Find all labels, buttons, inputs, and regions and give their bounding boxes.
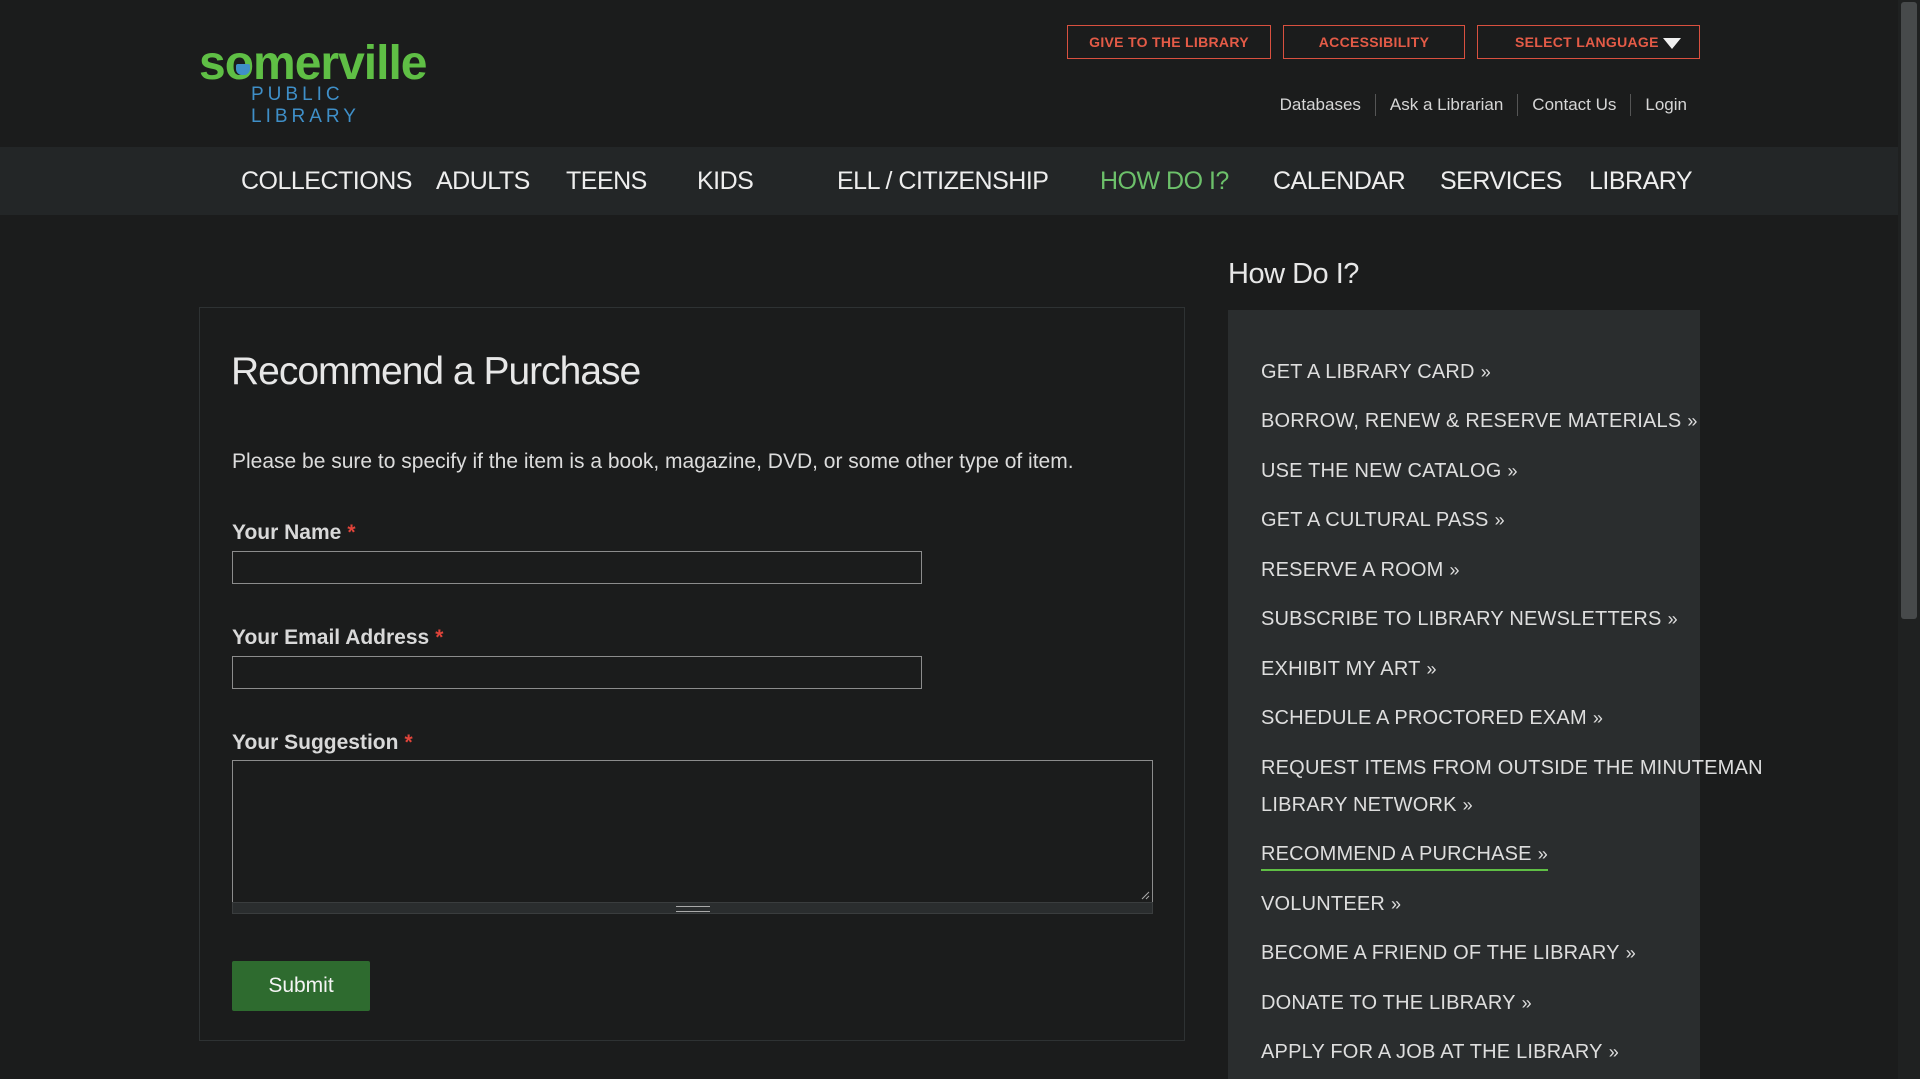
- name-label-text: Your Name: [232, 521, 342, 544]
- sidebar-link-label: SCHEDULE A PROCTORED EXAM: [1261, 707, 1587, 729]
- sidebar-link-donate[interactable]: DONATE TO THE LIBRARY»: [1261, 991, 1532, 1015]
- nav-item-ell-citizenship[interactable]: ELL / CITIZENSHIP: [837, 147, 1049, 215]
- utility-link-contact[interactable]: Contact Us: [1517, 94, 1630, 116]
- logo-book-icon: [236, 64, 250, 75]
- caret-down-icon: [1663, 38, 1681, 49]
- scrollbar-thumb[interactable]: [1901, 2, 1917, 619]
- sidebar-link-library-card[interactable]: GET A LIBRARY CARD»: [1261, 360, 1491, 384]
- page-title: Recommend a Purchase: [231, 350, 641, 393]
- double-chevron-right-icon: »: [1608, 1042, 1619, 1062]
- double-chevron-right-icon: »: [1521, 993, 1532, 1013]
- sidebar-link-volunteer[interactable]: VOLUNTEER»: [1261, 892, 1401, 916]
- sidebar-link-newsletters[interactable]: SUBSCRIBE TO LIBRARY NEWSLETTERS»: [1261, 607, 1678, 631]
- sidebar-link-label: LIBRARY NETWORK: [1261, 794, 1457, 816]
- sidebar-link-label: GET A LIBRARY CARD: [1261, 361, 1475, 383]
- double-chevron-right-icon: »: [1667, 609, 1678, 629]
- name-input[interactable]: [232, 551, 922, 584]
- nav-item-kids[interactable]: KIDS: [697, 147, 754, 215]
- grip-handle-icon: [676, 906, 710, 912]
- select-language-dropdown[interactable]: SELECT LANGUAGE: [1477, 25, 1700, 59]
- sidebar-link-reserve-room[interactable]: RESERVE A ROOM»: [1261, 558, 1460, 582]
- library-logo[interactable]: somerville PUBLIC LIBRARY: [199, 37, 459, 128]
- nav-item-how-do-i[interactable]: HOW DO I?: [1100, 147, 1229, 215]
- utility-link-ask-librarian[interactable]: Ask a Librarian: [1374, 94, 1517, 116]
- form-intro-text: Please be sure to specify if the item is…: [232, 450, 1074, 473]
- sidebar-link-apply-job[interactable]: APPLY FOR A JOB AT THE LIBRARY»: [1261, 1040, 1619, 1064]
- double-chevron-right-icon: »: [1687, 411, 1698, 431]
- sidebar-link-recommend-purchase[interactable]: RECOMMEND A PURCHASE»: [1261, 842, 1548, 871]
- double-chevron-right-icon: »: [1625, 943, 1636, 963]
- double-chevron-right-icon: »: [1391, 894, 1402, 914]
- sidebar-link-label: EXHIBIT MY ART: [1261, 658, 1421, 680]
- sidebar-link-label: VOLUNTEER: [1261, 893, 1386, 915]
- nav-item-library[interactable]: LIBRARY: [1589, 147, 1693, 215]
- sidebar-link-request-items-cont[interactable]: LIBRARY NETWORK»: [1261, 793, 1473, 817]
- required-marker: *: [435, 626, 444, 649]
- double-chevron-right-icon: »: [1426, 659, 1437, 679]
- sidebar-link-cultural-pass[interactable]: GET A CULTURAL PASS»: [1261, 508, 1505, 532]
- sidebar-link-request-items[interactable]: REQUEST ITEMS FROM OUTSIDE THE MINUTEMAN: [1261, 756, 1763, 780]
- email-input[interactable]: [232, 656, 922, 689]
- sidebar-heading: How Do I?: [1228, 258, 1359, 290]
- sidebar-link-label: GET A CULTURAL PASS: [1261, 509, 1489, 531]
- double-chevron-right-icon: »: [1507, 461, 1518, 481]
- nav-item-collections[interactable]: COLLECTIONS: [241, 147, 412, 215]
- nav-item-teens[interactable]: TEENS: [566, 147, 647, 215]
- submit-button[interactable]: Submit: [232, 961, 370, 1011]
- sidebar-link-label: USE THE NEW CATALOG: [1261, 460, 1502, 482]
- main-nav: COLLECTIONS ADULTS TEENS KIDS ELL / CITI…: [0, 147, 1898, 215]
- sidebar-link-label: RECOMMEND A PURCHASE: [1261, 843, 1532, 865]
- sidebar-link-label: DONATE TO THE LIBRARY: [1261, 992, 1516, 1014]
- utility-links: Databases Ask a Librarian Contact Us Log…: [1266, 94, 1687, 116]
- utility-link-databases[interactable]: Databases: [1266, 94, 1375, 116]
- utility-link-login[interactable]: Login: [1630, 94, 1687, 116]
- resize-grip-icon[interactable]: [1140, 890, 1150, 900]
- email-label-text: Your Email Address: [232, 626, 430, 649]
- double-chevron-right-icon: »: [1480, 362, 1491, 382]
- sidebar-link-label: REQUEST ITEMS FROM OUTSIDE THE MINUTEMAN: [1261, 757, 1763, 779]
- required-marker: *: [347, 521, 356, 544]
- sidebar-link-label: APPLY FOR A JOB AT THE LIBRARY: [1261, 1041, 1603, 1063]
- logo-subtitle: PUBLIC LIBRARY: [251, 84, 360, 127]
- sidebar-link-label: BECOME A FRIEND OF THE LIBRARY: [1261, 942, 1620, 964]
- double-chevron-right-icon: »: [1537, 844, 1548, 864]
- sidebar-link-become-friend[interactable]: BECOME A FRIEND OF THE LIBRARY»: [1261, 941, 1636, 965]
- nav-item-services[interactable]: SERVICES: [1440, 147, 1562, 215]
- sidebar-link-new-catalog[interactable]: USE THE NEW CATALOG»: [1261, 459, 1518, 483]
- textarea-resize-bar[interactable]: [232, 902, 1153, 914]
- double-chevron-right-icon: »: [1592, 708, 1604, 728]
- suggestion-field-label: Your Suggestion *: [232, 731, 413, 755]
- sidebar-link-proctored-exam[interactable]: SCHEDULE A PROCTORED EXAM»: [1261, 706, 1603, 730]
- suggestion-textarea[interactable]: [232, 760, 1153, 903]
- sidebar-link-borrow-renew[interactable]: BORROW, RENEW & RESERVE MATERIALS»: [1261, 409, 1698, 433]
- give-to-library-button[interactable]: GIVE TO THE LIBRARY: [1067, 25, 1271, 59]
- sidebar-link-exhibit-art[interactable]: EXHIBIT MY ART»: [1261, 657, 1437, 681]
- email-field-label: Your Email Address *: [232, 626, 443, 650]
- logo-wordmark: somerville: [199, 37, 427, 90]
- double-chevron-right-icon: »: [1462, 795, 1473, 815]
- suggestion-label-text: Your Suggestion: [232, 731, 399, 754]
- accessibility-button[interactable]: ACCESSIBILITY: [1283, 25, 1465, 59]
- nav-item-calendar[interactable]: CALENDAR: [1273, 147, 1406, 215]
- sidebar-link-label: RESERVE A ROOM: [1261, 559, 1444, 581]
- sidebar-link-label: SUBSCRIBE TO LIBRARY NEWSLETTERS: [1261, 608, 1662, 630]
- select-language-label: SELECT LANGUAGE: [1515, 34, 1659, 50]
- double-chevron-right-icon: »: [1449, 560, 1460, 580]
- double-chevron-right-icon: »: [1494, 510, 1505, 530]
- sidebar-link-label: BORROW, RENEW & RESERVE MATERIALS: [1261, 410, 1682, 432]
- nav-item-adults[interactable]: ADULTS: [436, 147, 530, 215]
- name-field-label: Your Name *: [232, 521, 356, 545]
- required-marker: *: [404, 731, 413, 754]
